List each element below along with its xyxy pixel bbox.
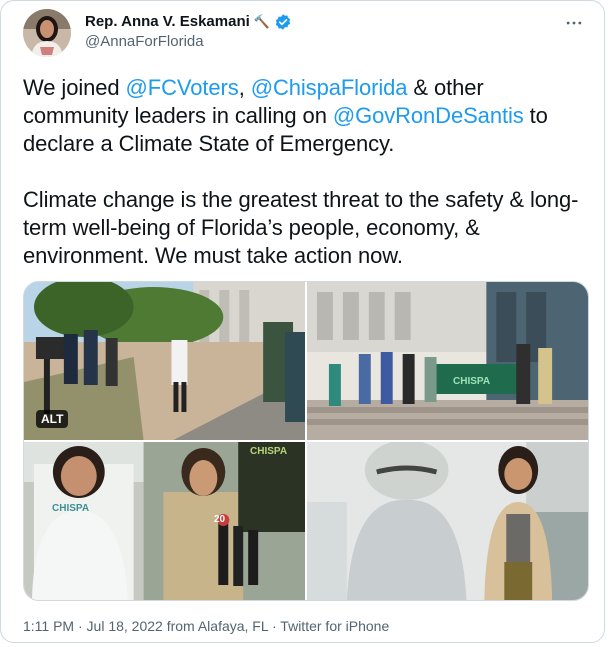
more-options-icon[interactable] (562, 11, 586, 35)
group-banner-photo-icon (307, 282, 588, 440)
tweet-footer[interactable]: 1:11 PM · Jul 18, 2022 from Alafaya, FL … (23, 618, 389, 634)
woman-speaking-photo-icon (24, 442, 305, 600)
display-name-row: Rep. Anna V. Eskamani 🔨 (85, 12, 292, 32)
mic-number: 20 (214, 514, 226, 525)
shirt-text: CHISPA (52, 503, 90, 514)
tweet-paragraph-1: We joined @FCVoters, @ChispaFlorida & ot… (23, 74, 583, 158)
photo-group-banner[interactable]: CHISPA (307, 282, 588, 440)
mascot-photo-icon (307, 442, 588, 600)
photo-woman-speaking[interactable]: CHISPA CHISPA 20 (24, 442, 305, 600)
text-segment: , (238, 75, 251, 100)
profile-photo-icon (23, 9, 71, 57)
photo-press-conference[interactable]: ALT (24, 282, 305, 440)
author-names: Rep. Anna V. Eskamani 🔨 @AnnaForFlorida (85, 12, 292, 52)
verified-badge-icon (274, 13, 292, 31)
display-name[interactable]: Rep. Anna V. Eskamani (85, 12, 250, 32)
media-grid: ALT CHISPA CHISPA CHISPA 20 (23, 281, 589, 601)
author-handle[interactable]: @AnnaForFlorida (85, 32, 292, 52)
tweet-text: We joined @FCVoters, @ChispaFlorida & ot… (23, 74, 583, 270)
avatar[interactable] (23, 9, 71, 57)
mention-fcvoters[interactable]: @FCVoters (126, 75, 239, 100)
mention-chispaflorida[interactable]: @ChispaFlorida (251, 75, 408, 100)
tweet-header: Rep. Anna V. Eskamani 🔨 @AnnaForFlorida (23, 9, 590, 59)
mention-govrondesantis[interactable]: @GovRonDeSantis (333, 103, 524, 128)
tweet-card: Rep. Anna V. Eskamani 🔨 @AnnaForFlorida … (0, 0, 605, 643)
text-segment: We joined (23, 75, 126, 100)
hammer-emoji: 🔨 (253, 14, 270, 29)
tweet-paragraph-2: Climate change is the greatest threat to… (23, 187, 579, 268)
alt-text-badge[interactable]: ALT (36, 410, 69, 428)
banner-text: CHISPA (453, 376, 491, 387)
banner-text: CHISPA (250, 446, 288, 457)
photo-mascot[interactable] (307, 442, 588, 600)
